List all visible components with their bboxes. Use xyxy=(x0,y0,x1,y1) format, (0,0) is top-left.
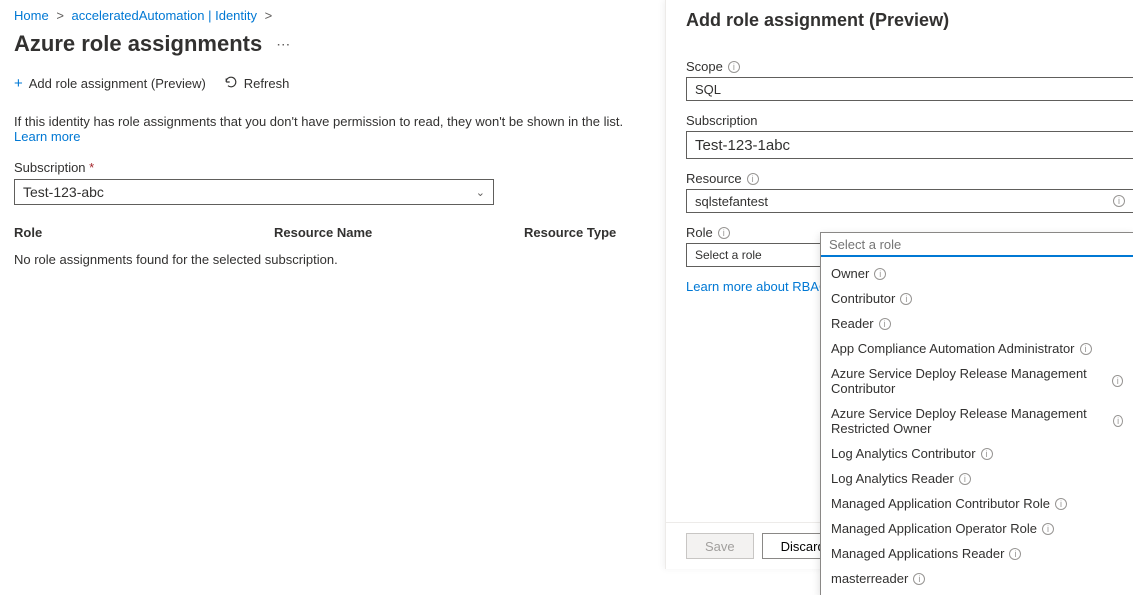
info-icon[interactable]: i xyxy=(959,473,971,485)
role-option-label: Managed Application Operator Role xyxy=(831,521,1037,536)
role-option[interactable]: Readeri xyxy=(821,311,1133,336)
role-option[interactable]: Owneri xyxy=(821,261,1133,286)
role-option[interactable]: masterreader i xyxy=(821,566,1133,591)
info-icon[interactable]: i xyxy=(879,318,891,330)
breadcrumb-home[interactable]: Home xyxy=(14,8,49,23)
scope-value: SQL xyxy=(695,82,1125,97)
page-title-row: Azure role assignments ⋯ xyxy=(14,31,651,57)
info-icon[interactable]: i xyxy=(900,293,912,305)
role-option[interactable]: Contributor i xyxy=(821,286,1133,311)
role-option-label: Reader xyxy=(831,316,874,331)
info-icon[interactable]: i xyxy=(718,227,730,239)
add-role-assignment-button[interactable]: + Add role assignment (Preview) xyxy=(14,76,206,91)
role-option-label: Azure Service Deploy Release Management … xyxy=(831,406,1108,436)
role-option-label: Azure Service Deploy Release Management … xyxy=(831,366,1107,396)
info-icon[interactable]: i xyxy=(874,268,886,280)
column-resource-type[interactable]: Resource Type xyxy=(524,225,651,240)
role-option[interactable]: Azure Service Deploy Release Management … xyxy=(821,401,1133,441)
role-option-label: Log Analytics Reader xyxy=(831,471,954,486)
role-option[interactable]: Log Analytics Reader i xyxy=(821,466,1133,491)
more-actions-button[interactable]: ⋯ xyxy=(276,36,290,53)
info-icon[interactable]: i xyxy=(1055,498,1067,510)
info-icon[interactable]: i xyxy=(747,173,759,185)
info-icon[interactable]: i xyxy=(1112,375,1123,387)
no-results-text: No role assignments found for the select… xyxy=(14,246,651,273)
role-option[interactable]: Azure Service Deploy Release Management … xyxy=(821,361,1133,401)
role-option[interactable]: Managed Application Contributor Role i xyxy=(821,491,1133,516)
scope-select[interactable]: SQL xyxy=(686,77,1133,101)
subscription-select[interactable]: Test-123-abc ⌄ xyxy=(14,179,494,205)
role-dropdown-flyout: OwneriContributoriReaderiApp Compliance … xyxy=(820,232,1133,595)
toolbar: + Add role assignment (Preview) Refresh xyxy=(14,75,651,92)
page-title: Azure role assignments xyxy=(14,31,262,57)
chevron-down-icon: ⌄ xyxy=(476,186,485,199)
breadcrumb: Home > acceleratedAutomation | Identity … xyxy=(14,8,651,23)
breadcrumb-identity[interactable]: acceleratedAutomation | Identity xyxy=(72,8,258,23)
save-button: Save xyxy=(686,533,754,559)
subscription-value: Test-123-abc xyxy=(23,184,104,200)
scope-label: Scope i xyxy=(686,59,1133,74)
role-option-label: Contributor xyxy=(831,291,895,306)
panel-subscription-select[interactable]: Test-123-1abc xyxy=(686,131,1133,159)
plus-icon: + xyxy=(14,76,23,91)
info-icon[interactable]: i xyxy=(728,61,740,73)
info-text: If this identity has role assignments th… xyxy=(14,114,651,144)
role-option-label: App Compliance Automation Administrator xyxy=(831,341,1075,356)
learn-more-link[interactable]: Learn more xyxy=(14,129,80,144)
role-option-label: masterreader xyxy=(831,571,908,586)
panel-subscription-value: Test-123-1abc xyxy=(695,137,1125,154)
column-resource-name[interactable]: Resource Name xyxy=(274,225,524,240)
role-option[interactable]: Managed Application Operator Role i xyxy=(821,516,1133,541)
info-icon[interactable]: i xyxy=(1080,343,1092,355)
resource-label: Resource i xyxy=(686,171,1133,186)
info-icon[interactable]: i xyxy=(981,448,993,460)
role-option-label: Owner xyxy=(831,266,869,281)
required-asterisk: * xyxy=(89,160,94,175)
info-icon: i xyxy=(1113,195,1125,207)
breadcrumb-separator: > xyxy=(56,8,64,23)
breadcrumb-separator: > xyxy=(265,8,273,23)
panel-title: Add role assignment (Preview) xyxy=(686,10,1133,31)
role-option[interactable]: Managed Applications Reader i xyxy=(821,541,1133,566)
table-header: Role Resource Name Resource Type xyxy=(14,219,651,246)
info-icon[interactable]: i xyxy=(1042,523,1054,535)
panel-subscription-label: Subscription xyxy=(686,113,1133,128)
info-icon[interactable]: i xyxy=(1009,548,1021,560)
column-role[interactable]: Role xyxy=(14,225,274,240)
resource-value: sqlstefantest xyxy=(695,194,1113,209)
info-icon[interactable]: i xyxy=(913,573,925,585)
refresh-button[interactable]: Refresh xyxy=(224,75,290,92)
role-options-list: OwneriContributoriReaderiApp Compliance … xyxy=(821,257,1133,595)
add-role-label: Add role assignment (Preview) xyxy=(29,76,206,91)
role-option-label: Log Analytics Contributor xyxy=(831,446,976,461)
subscription-label: Subscription * xyxy=(14,160,651,175)
refresh-label: Refresh xyxy=(244,76,290,91)
role-search-input[interactable] xyxy=(821,233,1133,257)
info-icon[interactable]: i xyxy=(1113,415,1123,427)
role-option-label: Managed Applications Reader xyxy=(831,546,1004,561)
role-option[interactable]: Log Analytics Contributor i xyxy=(821,441,1133,466)
role-option[interactable]: App Compliance Automation Administrator i xyxy=(821,336,1133,361)
resource-select[interactable]: sqlstefantest i xyxy=(686,189,1133,213)
main-content: Home > acceleratedAutomation | Identity … xyxy=(0,0,665,281)
role-option-label: Managed Application Contributor Role xyxy=(831,496,1050,511)
refresh-icon xyxy=(224,75,238,92)
